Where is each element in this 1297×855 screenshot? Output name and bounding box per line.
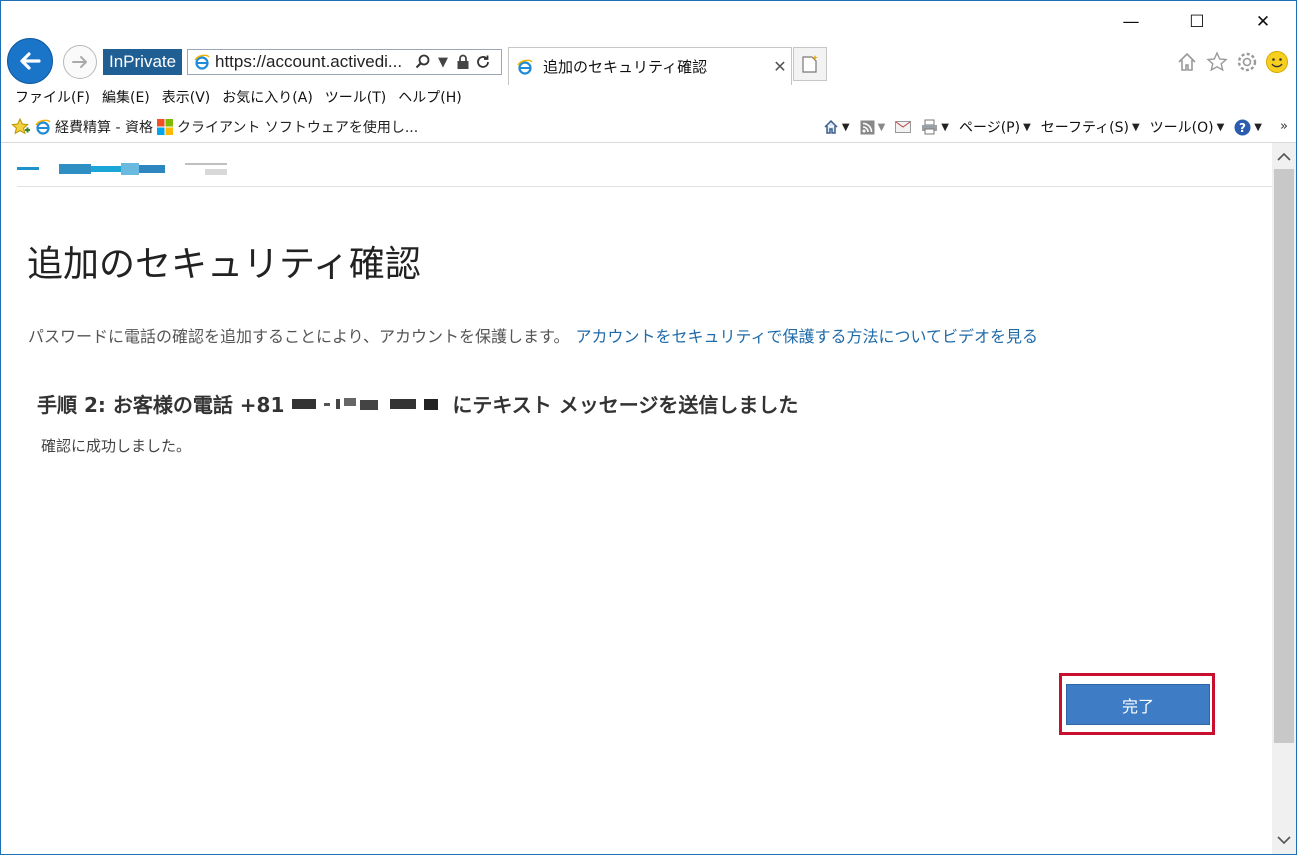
favorite-link-client-software-label: クライアント ソフトウェアを使用し... xyxy=(176,120,419,136)
favorites-star-icon[interactable] xyxy=(1204,49,1230,75)
lock-icon[interactable] xyxy=(453,54,473,70)
new-tab-icon xyxy=(802,55,818,73)
favorite-link-expense-label: 経費精算 - 資格 xyxy=(55,120,153,136)
header-divider xyxy=(17,186,1272,187)
description-text: パスワードに電話の確認を追加することにより、アカウントを保護します。 xyxy=(28,327,570,346)
scrollbar-thumb[interactable] xyxy=(1274,169,1294,743)
vertical-scrollbar[interactable] xyxy=(1272,143,1296,854)
address-bar[interactable]: https://account.activedi... ▼ xyxy=(187,49,502,75)
back-button[interactable] xyxy=(7,38,53,84)
chevron-down-icon: ▼ xyxy=(1254,121,1262,133)
smiley-feedback-icon[interactable] xyxy=(1264,49,1290,75)
chevron-down-icon: ▼ xyxy=(877,121,886,133)
tab-close-icon[interactable]: ✕ xyxy=(769,57,791,76)
mail-icon xyxy=(895,121,912,133)
cmd-page-label: ページ(P) xyxy=(959,120,1021,136)
done-button[interactable]: 完了 xyxy=(1066,684,1210,725)
menu-file[interactable]: ファイル(F) xyxy=(9,87,96,109)
chevron-down-icon: ▼ xyxy=(1216,121,1225,133)
favorite-link-expense[interactable]: 経費精算 - 資格 xyxy=(35,117,153,137)
cmd-page[interactable]: ページ(P) ▼ xyxy=(959,117,1031,137)
toolbar-overflow-chevron[interactable]: » xyxy=(1280,115,1288,139)
forward-button[interactable] xyxy=(63,45,97,79)
printer-icon xyxy=(922,119,938,135)
cmd-mail[interactable] xyxy=(895,121,912,133)
menu-help[interactable]: ヘルプ(H) xyxy=(392,87,467,109)
step-heading-prefix: 手順 2: お客様の電話 +81 xyxy=(37,393,285,417)
description: パスワードに電話の確認を追加することにより、アカウントを保護します。 アカウントを… xyxy=(28,323,1038,347)
scroll-up-icon[interactable] xyxy=(1272,145,1296,169)
inprivate-badge: InPrivate xyxy=(103,49,183,75)
page-title: 追加のセキュリティ確認 xyxy=(27,244,421,285)
menu-bar: ファイル(F) 編集(E) 表示(V) お気に入り(A) ツール(T) ヘルプ(… xyxy=(9,87,468,109)
rss-icon xyxy=(860,120,875,134)
scroll-down-icon[interactable] xyxy=(1272,828,1296,852)
video-link[interactable]: アカウントをセキュリティで保護する方法についてビデオを見る xyxy=(575,327,1038,346)
cmd-print[interactable]: ▼ xyxy=(921,119,949,135)
tab-title: 追加のセキュリティ確認 xyxy=(543,58,708,76)
menu-favorites[interactable]: お気に入り(A) xyxy=(216,87,319,109)
success-message: 確認に成功しました。 xyxy=(41,437,192,455)
help-icon: ? xyxy=(1234,119,1251,135)
menu-tools[interactable]: ツール(T) xyxy=(319,87,392,109)
command-bar: ▼ ▼ ▼ ページ(P) ▼ セーフティ(S) ▼ ツール(O) ▼ ? ▼ xyxy=(813,115,1262,139)
home-small-icon xyxy=(824,119,838,134)
arrow-right-icon xyxy=(72,56,87,68)
redacted-phone-number xyxy=(292,397,439,410)
chevron-down-icon: ▼ xyxy=(1131,121,1140,133)
new-tab-button[interactable] xyxy=(793,47,827,81)
add-favorites-icon[interactable] xyxy=(11,118,31,136)
cmd-help[interactable]: ? ▼ xyxy=(1234,119,1262,136)
ie-tab-icon xyxy=(517,59,537,75)
gear-icon[interactable] xyxy=(1234,49,1260,75)
company-logo-redacted xyxy=(17,163,227,175)
tab-active[interactable]: 追加のセキュリティ確認 ✕ xyxy=(508,47,792,85)
svg-text:?: ? xyxy=(1239,121,1246,135)
favorite-link-client-software[interactable]: クライアント ソフトウェアを使用し... xyxy=(156,117,419,137)
cmd-safety[interactable]: セーフティ(S) ▼ xyxy=(1041,117,1140,137)
cmd-home[interactable]: ▼ xyxy=(823,119,850,135)
cmd-safety-label: セーフティ(S) xyxy=(1040,120,1129,136)
menu-view[interactable]: 表示(V) xyxy=(156,87,217,109)
cmd-tools[interactable]: ツール(O) ▼ xyxy=(1150,117,1225,137)
windows-logo-icon xyxy=(156,119,173,135)
arrow-left-icon xyxy=(20,52,41,70)
url-text[interactable]: https://account.activedi... xyxy=(215,52,413,72)
step-heading: 手順 2: お客様の電話 +81 にテキスト メッセージを送信しました xyxy=(37,389,798,418)
dropdown-arrow-icon[interactable]: ▼ xyxy=(433,55,453,70)
browser-toolbar-icons xyxy=(1174,49,1290,75)
chevron-down-icon: ▼ xyxy=(941,121,949,133)
page-viewport: 追加のセキュリティ確認 パスワードに電話の確認を追加することにより、アカウントを… xyxy=(1,143,1272,854)
step-heading-suffix: にテキスト メッセージを送信しました xyxy=(452,393,799,417)
ie-icon xyxy=(192,54,212,70)
cmd-tools-label: ツール(O) xyxy=(1149,120,1214,136)
browser-window: — ☐ ✕ InPrivate https://account.activedi… xyxy=(0,0,1297,855)
menu-edit[interactable]: 編集(E) xyxy=(96,87,156,109)
favorites-bar: 経費精算 - 資格 クライアント ソフトウェアを使用し... xyxy=(11,115,422,139)
refresh-icon[interactable] xyxy=(473,54,493,70)
chevron-down-icon: ▼ xyxy=(841,121,850,133)
search-icon[interactable] xyxy=(413,54,433,70)
chevron-down-icon: ▼ xyxy=(1023,121,1031,133)
cmd-feeds[interactable]: ▼ xyxy=(860,120,886,135)
home-icon[interactable] xyxy=(1174,49,1200,75)
navigation-bar: InPrivate https://account.activedi... ▼ xyxy=(1,37,1296,85)
ie-favorite-icon xyxy=(35,119,51,135)
